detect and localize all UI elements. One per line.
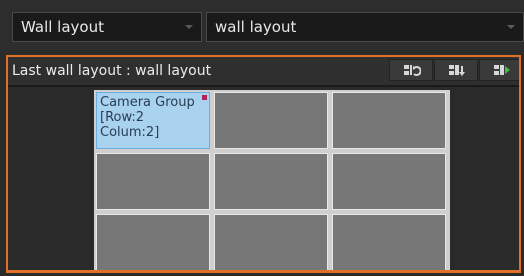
wall-grid: Camera Group [Row:2 Colum:2] xyxy=(94,90,450,270)
wall-cell[interactable] xyxy=(96,153,210,210)
save-layout-button[interactable] xyxy=(434,59,478,81)
wall-cell[interactable] xyxy=(332,153,446,210)
app-window: Wall layout wall layout Last wall layout… xyxy=(0,0,524,276)
wall-layout-reset-icon xyxy=(404,65,421,76)
wall-layout-save-icon xyxy=(449,65,465,76)
layout-select[interactable]: Wall layout xyxy=(12,12,202,42)
wall-cell[interactable] xyxy=(214,214,328,270)
reset-layout-button[interactable] xyxy=(389,59,433,81)
wall-select[interactable]: wall layout xyxy=(206,12,524,42)
play-layout-button[interactable] xyxy=(479,59,519,81)
panel-header: Last wall layout : wall layout xyxy=(8,57,519,87)
wall-select-value: wall layout xyxy=(215,18,297,36)
chevron-down-icon xyxy=(507,25,515,29)
wall-cell[interactable] xyxy=(332,214,446,270)
selection-marker-icon xyxy=(202,95,207,100)
top-bar: Wall layout wall layout xyxy=(0,0,524,50)
wall-cell[interactable] xyxy=(214,153,328,210)
wall-cell[interactable] xyxy=(96,214,210,270)
wall-layout-panel: Last wall layout : wall layout Camera Gr… xyxy=(6,55,521,273)
wall-cell[interactable] xyxy=(214,92,328,149)
wall-cell-label: Camera Group [Row:2 Colum:2] xyxy=(100,95,195,140)
wall-cell[interactable] xyxy=(332,92,446,149)
panel-title: Last wall layout : wall layout xyxy=(12,63,212,79)
wall-layout-play-icon xyxy=(494,65,510,75)
wall-cell-camera-group[interactable]: Camera Group [Row:2 Colum:2] xyxy=(96,92,210,149)
layout-select-value: Wall layout xyxy=(21,18,104,36)
chevron-down-icon xyxy=(185,25,193,29)
